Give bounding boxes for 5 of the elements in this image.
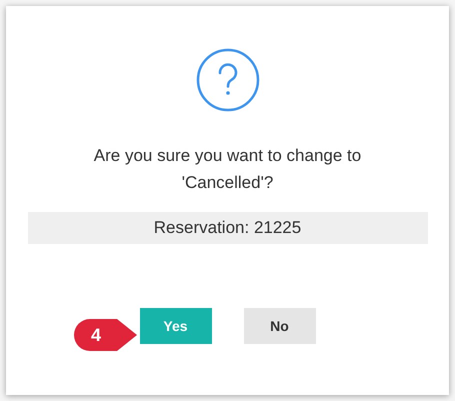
- step-callout: 4: [73, 318, 139, 352]
- confirm-message: Are you sure you want to change to 'Cancelled'?: [92, 145, 362, 194]
- no-button[interactable]: No: [244, 308, 316, 344]
- question-icon: [196, 48, 260, 112]
- reservation-detail: Reservation: 21225: [28, 212, 428, 244]
